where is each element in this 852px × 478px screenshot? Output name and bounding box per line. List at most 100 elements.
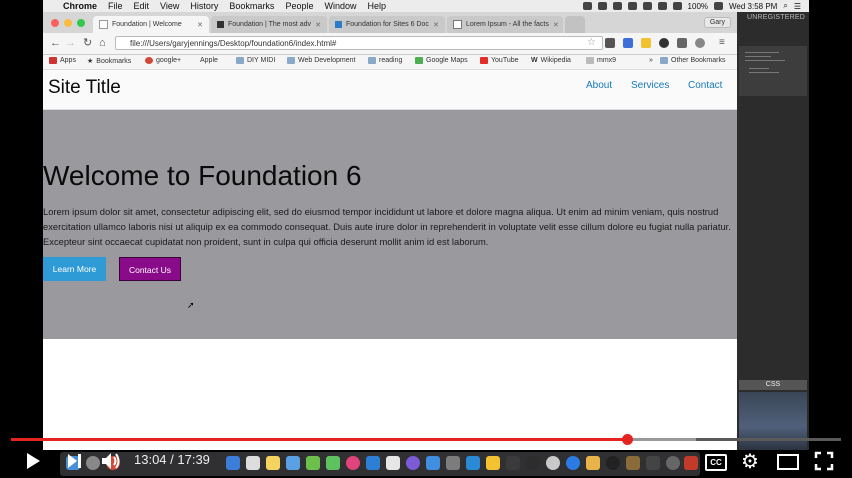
volume-icon[interactable] [100,451,122,471]
photos-icon[interactable] [346,456,360,470]
bluetooth-icon[interactable] [642,2,652,10]
bookmark-other[interactable]: Other Bookmarks [660,57,725,64]
menu-file[interactable]: File [108,1,123,11]
bookmark-youtube[interactable]: YouTube [480,57,519,64]
menu-bookmarks[interactable]: Bookmarks [229,1,274,11]
theater-mode-icon[interactable] [777,454,799,470]
chrome-menu-icon[interactable]: ≡ [719,37,725,49]
tab-foundation-adv[interactable]: Foundation | The most adv ✕ [211,16,327,33]
contact-us-button[interactable]: Contact Us [119,257,181,281]
app-icon[interactable] [586,456,600,470]
minimap[interactable] [739,46,807,96]
zoom-window-icon[interactable] [77,19,85,27]
wifi-icon[interactable] [657,2,667,10]
new-tab-button[interactable] [565,16,585,33]
airplay-icon[interactable] [627,2,637,10]
app-icon[interactable] [626,456,640,470]
close-tab-icon[interactable]: ✕ [549,21,559,29]
app-icon[interactable] [646,456,660,470]
extension-icon[interactable] [677,38,687,48]
spotlight-icon[interactable]: ⌕ [783,1,787,11]
filezilla-icon[interactable] [684,456,698,470]
tab-lorem-ipsum[interactable]: Lorem Ipsum - All the facts ✕ [447,16,563,33]
extension-icon[interactable] [605,38,615,48]
nav-about[interactable]: About [586,80,612,91]
clock[interactable]: Wed 3:58 PM [729,2,777,11]
notes-icon[interactable] [266,456,280,470]
extension-icon[interactable] [641,38,651,48]
tab-foundation-welcome[interactable]: Foundation | Welcome ✕ [93,16,209,33]
scrubber-handle[interactable] [622,434,633,445]
battery-icon[interactable] [714,2,724,10]
battery-percent[interactable]: 100% [688,2,708,11]
bookmark-apple[interactable]: Apple [197,57,218,64]
bookmark-reading[interactable]: reading [368,57,402,64]
reload-icon[interactable]: ↻ [83,37,92,49]
tab-foundation-docs[interactable]: Foundation for Sites 6 Doc ✕ [329,16,445,33]
cyberduck-icon[interactable] [486,456,500,470]
bookmark-mmx9[interactable]: mmx9 [586,57,616,64]
dropbox-icon[interactable] [582,2,592,10]
fullscreen-icon[interactable] [814,451,834,471]
css-tab[interactable]: CSS [739,380,807,390]
menu-history[interactable]: History [190,1,218,11]
bookmark-web-development[interactable]: Web Development [287,57,355,64]
menu-help[interactable]: Help [367,1,386,11]
notification-center-icon[interactable]: ☰ [794,2,801,11]
menu-view[interactable]: View [160,1,179,11]
back-arrow-icon[interactable]: ← [50,37,61,49]
bookmarks-overflow[interactable]: » [649,57,653,64]
minimize-window-icon[interactable] [64,19,72,27]
address-bar[interactable]: file:///Users/garyjennings/Desktop/found… [115,36,603,50]
nav-services[interactable]: Services [631,80,669,91]
app-icon[interactable] [286,456,300,470]
volume-icon[interactable] [672,2,682,10]
forward-arrow-icon[interactable]: → [65,37,76,49]
itunes-icon[interactable] [406,456,420,470]
bookmark-star-icon[interactable]: ☆ [587,37,596,48]
calendar-icon[interactable] [246,456,260,470]
launchpad-icon[interactable] [86,456,100,470]
bookmark-google-maps[interactable]: Google Maps [415,57,468,64]
app-icon[interactable] [606,456,620,470]
app-icon[interactable] [366,456,380,470]
app-icon[interactable] [426,456,440,470]
bookmark-apps[interactable]: Apps [49,57,76,64]
next-icon[interactable] [66,452,82,470]
menu-window[interactable]: Window [324,1,356,11]
bookmark-wikipedia[interactable]: W Wikipedia [531,57,571,64]
extension-icon[interactable] [623,38,633,48]
sync-icon[interactable] [597,2,607,10]
site-title[interactable]: Site Title [48,77,121,99]
messages-icon[interactable] [306,456,320,470]
nav-contact[interactable]: Contact [688,80,722,91]
app-icon[interactable] [226,456,240,470]
keynote-icon[interactable] [466,456,480,470]
app-icon[interactable] [446,456,460,470]
extension-icon[interactable] [659,38,669,48]
facetime-icon[interactable] [326,456,340,470]
terminal-icon[interactable] [506,456,520,470]
profile-button[interactable]: Gary [703,17,731,28]
textedit-icon[interactable] [386,456,400,470]
play-icon[interactable] [24,451,42,471]
menu-people[interactable]: People [285,1,313,11]
captions-button[interactable]: CC [705,454,727,471]
home-icon[interactable]: ⌂ [99,37,106,49]
close-tab-icon[interactable]: ✕ [193,21,203,29]
menu-chrome[interactable]: Chrome [63,1,97,11]
close-window-icon[interactable] [51,19,59,27]
github-icon[interactable] [526,456,540,470]
menu-edit[interactable]: Edit [134,1,150,11]
bookmark-bookmarks[interactable]: ★ Bookmarks [87,57,131,66]
app-store-icon[interactable] [566,456,580,470]
bookmark-diy-midi[interactable]: DIY MIDI [236,57,275,64]
settings-gear-icon[interactable]: ⚙ [741,449,759,474]
bookmark-google-plus[interactable]: google+ [145,57,181,64]
close-tab-icon[interactable]: ✕ [429,21,439,29]
close-tab-icon[interactable]: ✕ [311,21,321,29]
time-machine-icon[interactable] [612,2,622,10]
adblock-icon[interactable] [695,38,705,48]
learn-more-button[interactable]: Learn More [43,257,106,281]
safari-icon[interactable] [546,456,560,470]
